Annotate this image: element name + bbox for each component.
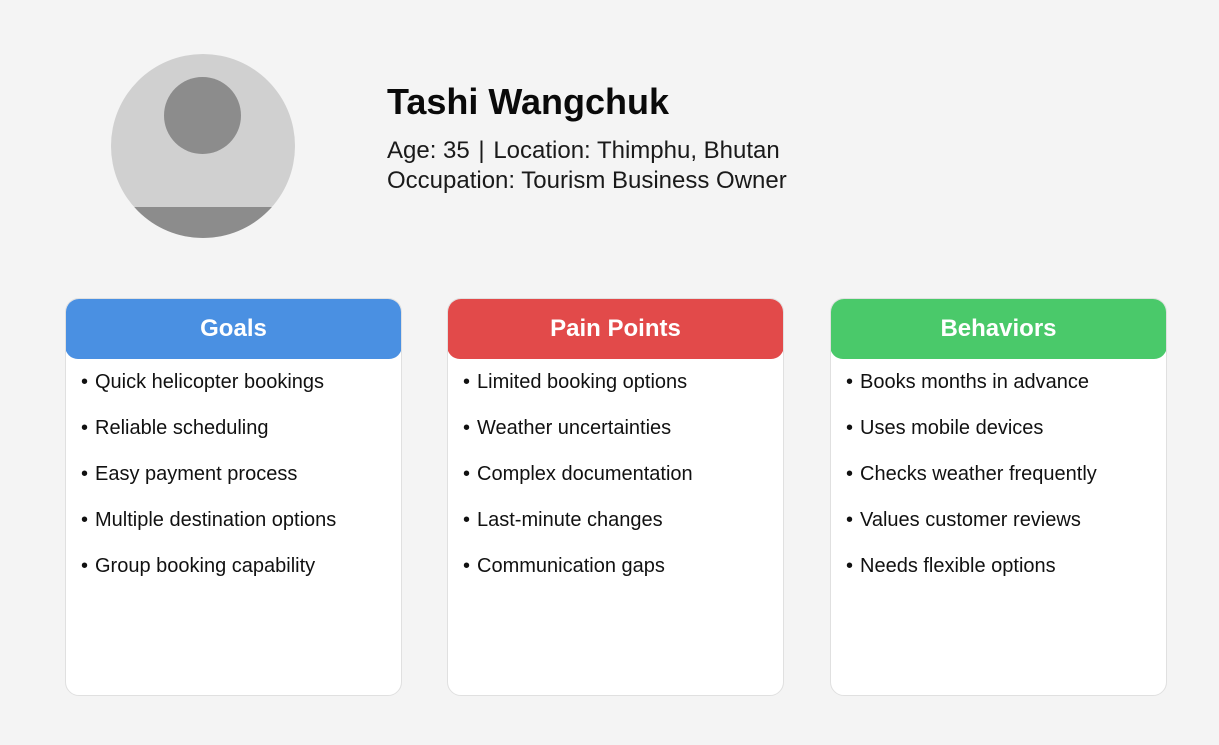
bullet: • — [846, 463, 854, 485]
avatar-body — [111, 207, 295, 238]
list-item: • Last-minute changes — [463, 506, 783, 552]
bullet: • — [81, 417, 89, 439]
list-item: • Uses mobile devices — [846, 414, 1166, 460]
list-item: • Complex documentation — [463, 460, 783, 506]
list-item-text: Group booking capability — [95, 555, 316, 577]
persona-header: Tashi Wangchuk Age: 35 | Location: Thimp… — [0, 0, 1219, 280]
behaviors-list: • Books months in advance • Uses mobile de… — [831, 359, 1166, 598]
bullet: • — [81, 555, 89, 577]
list-item-text: Reliable scheduling — [95, 417, 269, 439]
list-item-text: Values customer reviews — [860, 509, 1081, 531]
pain-points-list: • Limited booking options • Weather uncert… — [448, 359, 783, 598]
list-item-text: Books months in advance — [860, 371, 1090, 393]
bullet: • — [846, 509, 854, 531]
persona-occupation: Occupation: Tourism Business Owner — [387, 167, 787, 194]
list-item: • Group booking capability — [81, 552, 401, 598]
list-item: • Communication gaps — [463, 552, 783, 598]
list-item: • Needs flexible options — [846, 552, 1166, 598]
list-item-text: Multiple destination options — [95, 509, 337, 531]
bullet: • — [81, 463, 89, 485]
list-item-text: Limited booking options — [477, 371, 688, 393]
list-item-text: Easy payment process — [95, 463, 298, 485]
behaviors-card-title: Behaviors — [831, 299, 1166, 359]
persona-name: Tashi Wangchuk — [387, 81, 670, 122]
persona-meta: Age: 35 | Location: Thimphu, Bhutan Occu… — [387, 136, 787, 196]
list-item: • Weather uncertainties — [463, 414, 783, 460]
bullet: • — [846, 417, 854, 439]
list-item: • Quick helicopter bookings — [81, 368, 401, 414]
list-item: • Reliable scheduling — [81, 414, 401, 460]
pain-points-card: Pain Points • Limited booking options • We… — [447, 298, 784, 696]
persona-separator: | — [478, 137, 485, 164]
bullet: • — [463, 509, 471, 531]
list-item-text: Uses mobile devices — [860, 417, 1044, 439]
goals-card-title: Goals — [66, 299, 401, 359]
list-item: • Checks weather frequently — [846, 460, 1166, 506]
avatar-icon — [111, 54, 295, 238]
list-item-text: Communication gaps — [477, 555, 665, 577]
persona-info: Tashi Wangchuk Age: 35 | Location: Thimp… — [387, 80, 787, 196]
pain-points-card-title: Pain Points — [448, 299, 783, 359]
list-item: • Multiple destination options — [81, 506, 401, 552]
bullet: • — [463, 371, 471, 393]
persona-location: Location: Thimphu, Bhutan — [493, 137, 780, 164]
list-item-text: Weather uncertainties — [477, 417, 672, 439]
list-item-text: Quick helicopter bookings — [95, 371, 325, 393]
bullet: • — [463, 417, 471, 439]
list-item-text: Complex documentation — [477, 463, 693, 485]
bullet: • — [81, 509, 89, 531]
list-item: • Values customer reviews — [846, 506, 1166, 552]
bullet: • — [81, 371, 89, 393]
persona-age-location: Age: 35 | Location: Thimphu, Bhutan — [387, 136, 787, 166]
bullet: • — [846, 371, 854, 393]
bullet: • — [846, 555, 854, 577]
list-item: • Limited booking options — [463, 368, 783, 414]
list-item: • Books months in advance — [846, 368, 1166, 414]
persona-age: Age: 35 — [387, 137, 470, 164]
goals-list: • Quick helicopter bookings • Reliable sch… — [66, 359, 401, 598]
list-item-text: Checks weather frequently — [860, 463, 1097, 485]
list-item-text: Needs flexible options — [860, 555, 1056, 577]
bullet: • — [463, 555, 471, 577]
behaviors-card: Behaviors • Books months in advance • Uses… — [830, 298, 1167, 696]
list-item-text: Last-minute changes — [477, 509, 663, 531]
bullet: • — [463, 463, 471, 485]
goals-card: Goals • Quick helicopter bookings • Reliab… — [65, 298, 402, 696]
avatar-head — [164, 77, 241, 154]
list-item: • Easy payment process — [81, 460, 401, 506]
